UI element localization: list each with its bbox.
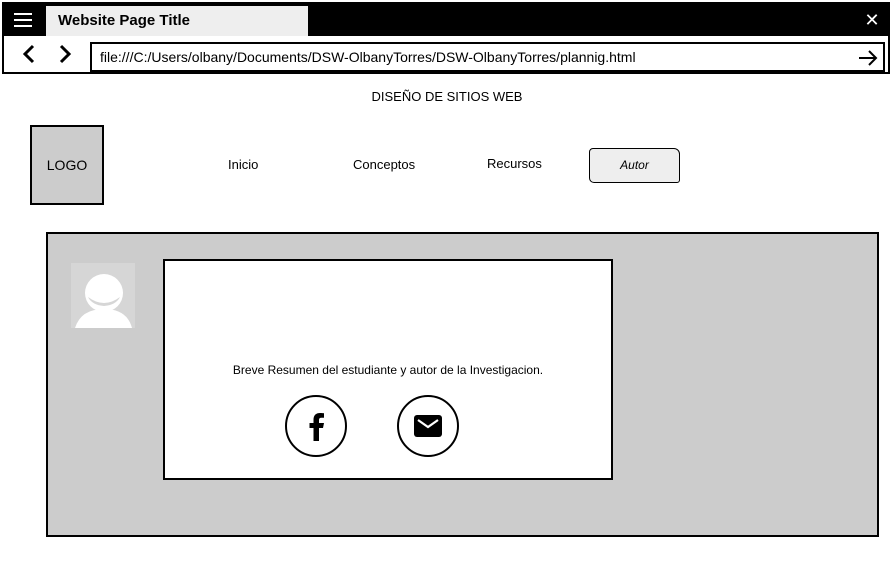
nav-autor-button[interactable]: Autor: [589, 148, 680, 183]
browser-window: Website Page Title ✕ file:///C:/Users/ol…: [2, 2, 890, 74]
site-heading: DISEÑO DE SITIOS WEB: [371, 89, 523, 104]
navigation-bar: file:///C:/Users/olbany/Documents/DSW-Ol…: [4, 36, 888, 72]
nav-inicio[interactable]: Inicio: [228, 157, 258, 172]
logo: LOGO: [30, 125, 104, 205]
facebook-icon: [309, 413, 324, 441]
author-summary: Breve Resumen del estudiante y autor de …: [232, 363, 544, 377]
user-avatar-icon: [71, 263, 135, 328]
address-bar[interactable]: file:///C:/Users/olbany/Documents/DSW-Ol…: [90, 42, 885, 72]
author-summary-card: Breve Resumen del estudiante y autor de …: [163, 259, 613, 480]
email-button[interactable]: [397, 395, 459, 457]
nav-autor-label: Autor: [620, 158, 649, 172]
title-bar: Website Page Title ✕: [4, 4, 888, 36]
email-icon: [414, 415, 442, 437]
close-button[interactable]: ✕: [862, 6, 882, 34]
nav-recursos[interactable]: Recursos: [487, 156, 542, 171]
forward-button[interactable]: [52, 40, 76, 68]
url-text: file:///C:/Users/olbany/Documents/DSW-Ol…: [100, 49, 636, 65]
menu-icon[interactable]: [14, 13, 32, 27]
back-button[interactable]: [18, 40, 42, 68]
chevron-right-icon: [59, 44, 72, 64]
arrow-right-icon: [859, 50, 878, 66]
browser-tab[interactable]: Website Page Title: [46, 6, 308, 36]
nav-conceptos[interactable]: Conceptos: [353, 157, 415, 172]
tab-title: Website Page Title: [58, 12, 190, 29]
chevron-left-icon: [22, 44, 35, 64]
go-button[interactable]: [857, 47, 879, 69]
facebook-button[interactable]: [285, 395, 347, 457]
